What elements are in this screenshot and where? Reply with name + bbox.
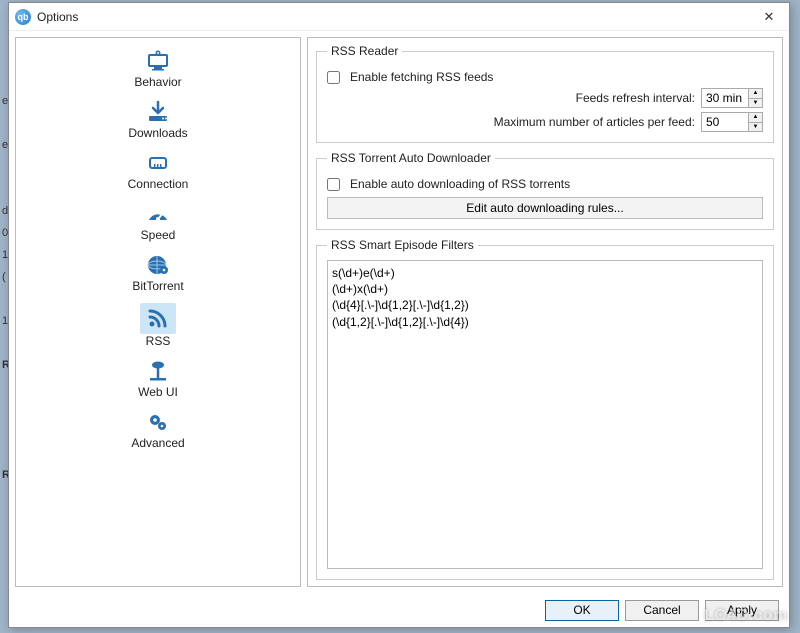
watermark: LO4D.com [704,607,788,625]
spin-down-icon[interactable]: ▼ [749,123,762,132]
nav-label: Advanced [131,436,184,450]
webui-icon [144,358,172,384]
group-legend: RSS Reader [327,44,402,58]
nav-label: Web UI [138,385,178,399]
enable-auto-dl-checkbox[interactable] [327,178,340,191]
group-legend: RSS Torrent Auto Downloader [327,151,495,165]
max-articles-spinner[interactable]: ▲ ▼ [701,112,763,132]
close-button[interactable]: ✕ [755,7,783,27]
nav-label: Speed [141,228,176,242]
nav-item-rss[interactable]: RSS [30,299,286,354]
behavior-icon [144,48,172,74]
refresh-interval-value[interactable] [702,89,748,107]
nav-label: Behavior [134,75,181,89]
enable-rss-label: Enable fetching RSS feeds [350,70,493,84]
edit-rules-button[interactable]: Edit auto downloading rules... [327,197,763,219]
dialog-footer: OK Cancel Apply [9,593,789,627]
rss-filters-group: RSS Smart Episode Filters [316,238,774,580]
nav-item-connection[interactable]: Connection [30,146,286,197]
nav-label: Downloads [128,126,187,140]
max-articles-label: Maximum number of articles per feed: [494,115,695,129]
nav-item-behavior[interactable]: Behavior [30,44,286,95]
ok-button[interactable]: OK [545,600,619,621]
category-list[interactable]: Behavior Downloads Connection Speed [15,37,301,587]
window-title: Options [37,10,755,24]
refresh-interval-label: Feeds refresh interval: [576,91,695,105]
advanced-icon [144,409,172,435]
spin-up-icon[interactable]: ▲ [749,113,762,123]
options-dialog: qb Options ✕ Behavior Downloads [8,2,790,628]
nav-label: BitTorrent [132,279,183,293]
close-icon: ✕ [764,9,775,25]
enable-auto-dl-label: Enable auto downloading of RSS torrents [350,177,570,191]
nav-item-downloads[interactable]: Downloads [30,95,286,146]
episode-filters-textarea[interactable] [327,260,763,569]
bittorrent-icon [144,252,172,278]
nav-item-bittorrent[interactable]: BitTorrent [30,248,286,299]
refresh-interval-spinner[interactable]: ▲ ▼ [701,88,763,108]
enable-rss-checkbox[interactable] [327,71,340,84]
group-legend: RSS Smart Episode Filters [327,238,478,252]
rss-icon [144,305,172,331]
nav-label: RSS [146,334,171,348]
rss-reader-group: RSS Reader Enable fetching RSS feeds Fee… [316,44,774,143]
spin-down-icon[interactable]: ▼ [749,99,762,108]
app-icon: qb [15,9,31,25]
downloads-icon [144,99,172,125]
connection-icon [144,150,172,176]
titlebar: qb Options ✕ [9,3,789,31]
rss-auto-downloader-group: RSS Torrent Auto Downloader Enable auto … [316,151,774,230]
spin-up-icon[interactable]: ▲ [749,89,762,99]
settings-panel: RSS Reader Enable fetching RSS feeds Fee… [307,37,783,587]
nav-item-advanced[interactable]: Advanced [30,405,286,456]
nav-label: Connection [128,177,189,191]
max-articles-value[interactable] [702,113,748,131]
speed-icon [144,201,172,227]
nav-item-webui[interactable]: Web UI [30,354,286,405]
nav-item-speed[interactable]: Speed [30,197,286,248]
cancel-button[interactable]: Cancel [625,600,699,621]
